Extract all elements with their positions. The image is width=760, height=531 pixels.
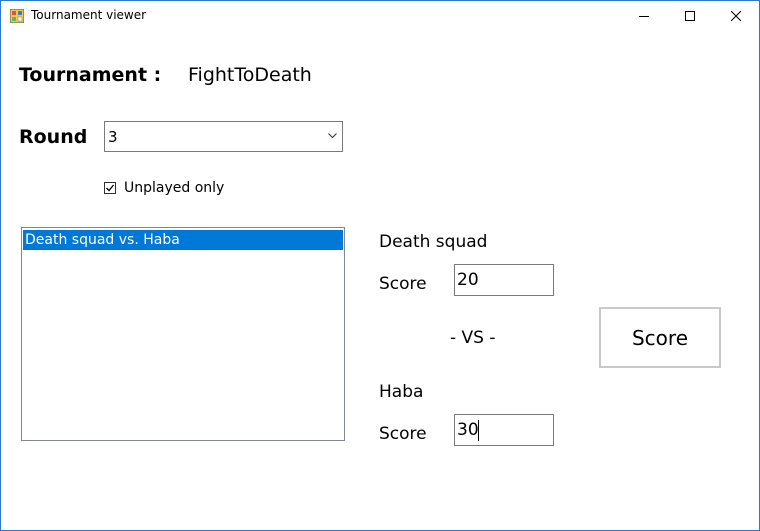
team-one-name: Death squad	[379, 232, 488, 252]
close-icon	[731, 11, 741, 21]
team-two-name: Haba	[379, 382, 424, 402]
team-one-score-label: Score	[379, 274, 427, 294]
tournament-name: FightToDeath	[188, 64, 312, 86]
vs-label: - VS -	[450, 328, 496, 348]
close-button[interactable]	[713, 1, 759, 31]
unplayed-only-label: Unplayed only	[124, 180, 225, 196]
title-bar[interactable]: Tournament viewer	[1, 1, 759, 31]
unplayed-only-checkbox[interactable]	[104, 182, 116, 194]
round-label: Round	[19, 126, 88, 148]
text-caret	[478, 420, 479, 441]
tournament-viewer-window: Tournament viewer Tournament : FightToDe…	[0, 0, 760, 531]
round-dropdown[interactable]: 3	[104, 121, 343, 152]
team-two-score-value: 30	[457, 420, 479, 440]
window-title: Tournament viewer	[31, 8, 147, 22]
minimize-icon	[639, 16, 649, 17]
chevron-down-icon	[328, 133, 337, 139]
tournament-label: Tournament :	[19, 64, 162, 86]
team-one-score-input[interactable]: 20	[454, 264, 554, 296]
app-icon	[10, 9, 24, 23]
maximize-button[interactable]	[667, 1, 713, 31]
score-button[interactable]: Score	[599, 307, 721, 368]
team-one-score-value: 20	[457, 270, 479, 290]
team-two-score-input[interactable]: 30	[454, 414, 554, 446]
minimize-button[interactable]	[621, 1, 667, 31]
checkmark-icon	[106, 184, 115, 192]
round-dropdown-value: 3	[108, 128, 118, 146]
score-button-label: Score	[631, 325, 688, 350]
maximize-icon	[685, 11, 695, 21]
matchup-listbox[interactable]: Death squad vs. Haba	[21, 227, 345, 441]
team-two-score-label: Score	[379, 424, 427, 444]
list-item[interactable]: Death squad vs. Haba	[23, 230, 343, 250]
